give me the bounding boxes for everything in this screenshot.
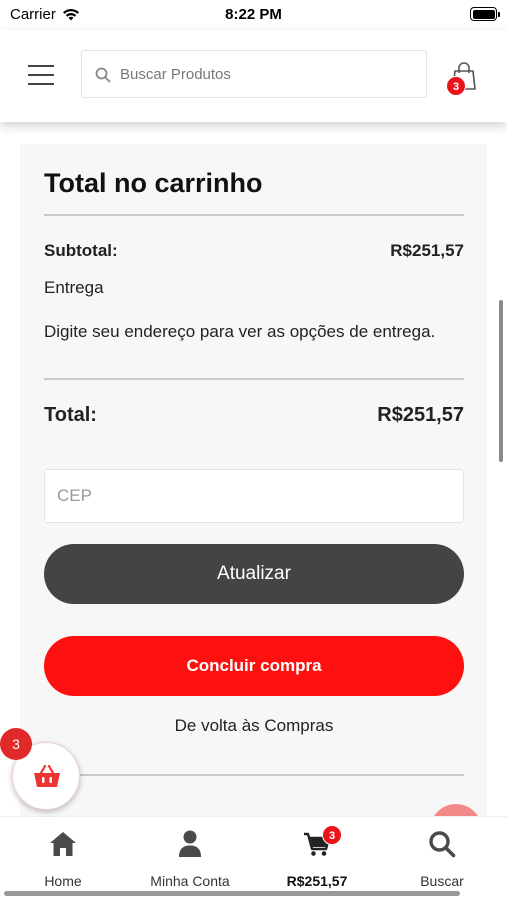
total-label: Total: (44, 404, 97, 426)
tab-home-label: Home (44, 873, 82, 889)
tab-cart-badge: 3 (322, 825, 342, 845)
bottom-tab-bar: Home Minha Conta 3 R$251,57 Buscar (0, 816, 507, 900)
divider (44, 214, 464, 216)
status-bar: Carrier 8:22 PM (0, 0, 507, 30)
home-indicator (4, 891, 460, 896)
floating-cart-count-badge: 3 (0, 728, 32, 760)
tab-search-label: Buscar (420, 873, 464, 889)
total-value: R$251,57 (377, 404, 464, 426)
checkout-button[interactable]: Concluir compra (44, 636, 464, 696)
tab-cart[interactable]: 3 R$251,57 (262, 825, 372, 889)
cart-totals-card: Total no carrinho Subtotal: R$251,57 Ent… (20, 144, 487, 817)
divider (44, 774, 464, 776)
search-icon (429, 831, 456, 858)
basket-icon (34, 764, 60, 787)
main-content: Total no carrinho Subtotal: R$251,57 Ent… (0, 122, 507, 817)
shipping-label: Entrega (44, 278, 104, 297)
tab-account-label: Minha Conta (150, 873, 230, 889)
cep-field[interactable] (44, 469, 464, 523)
shipping-note: Digite seu endereço para ver as opções d… (44, 322, 436, 341)
app-header: 3 (0, 30, 507, 122)
hamburger-icon[interactable] (28, 65, 54, 85)
tab-cart-label: R$251,57 (286, 873, 348, 889)
header-cart-count-badge: 3 (446, 76, 466, 96)
divider (44, 378, 464, 380)
scrollbar[interactable] (499, 300, 503, 462)
user-icon (179, 830, 201, 857)
home-icon (50, 832, 76, 856)
tab-search[interactable]: Buscar (387, 829, 497, 889)
header-cart-button[interactable]: 3 (446, 60, 485, 100)
subtotal-label: Subtotal: (44, 241, 118, 260)
update-button[interactable]: Atualizar (44, 544, 464, 604)
tab-account[interactable]: Minha Conta (135, 829, 245, 889)
cart-totals-title: Total no carrinho (44, 168, 263, 198)
search-icon (95, 67, 111, 83)
clock: 8:22 PM (225, 6, 282, 23)
search-input[interactable] (120, 51, 420, 97)
cep-input[interactable] (45, 470, 463, 522)
search-bar[interactable] (81, 50, 427, 98)
tab-home[interactable]: Home (8, 829, 118, 889)
subtotal-value: R$251,57 (390, 241, 464, 260)
continue-shopping-link[interactable]: De volta às Compras (44, 716, 464, 736)
battery-icon (470, 7, 500, 21)
